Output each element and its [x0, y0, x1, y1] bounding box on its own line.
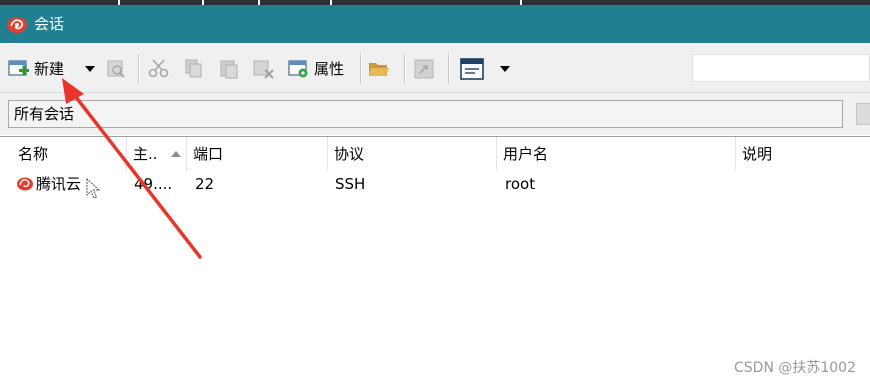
copy-icon	[185, 59, 202, 78]
properties-icon	[288, 60, 308, 78]
properties-label: 属性	[314, 60, 345, 78]
folder-icon	[369, 63, 389, 76]
copy-button[interactable]	[184, 58, 204, 80]
new-session-icon	[8, 60, 29, 76]
shortcut-button[interactable]	[414, 58, 434, 80]
toolbar-separator	[360, 54, 362, 84]
table-row[interactable]: 腾讯云 49.... 22 SSH root	[0, 171, 870, 197]
title-bar: 会话	[0, 5, 870, 43]
session-icon	[17, 177, 33, 191]
paste-icon	[220, 60, 238, 79]
session-list: 名称 主.. 端口 协议 用户名 说明 腾讯云 49.... 22 SSH ro…	[0, 136, 870, 386]
scissors-icon	[148, 59, 169, 78]
view-options-button[interactable]	[460, 58, 484, 80]
chevron-down-icon	[500, 66, 510, 72]
toolbar-separator	[448, 54, 450, 84]
column-header-name[interactable]: 名称	[12, 137, 127, 171]
session-name: 腾讯云	[36, 175, 82, 193]
column-header-description[interactable]: 说明	[736, 137, 870, 171]
window-title: 会话	[34, 15, 65, 33]
mouse-pointer-icon	[86, 178, 100, 199]
session-port: 22	[195, 175, 215, 193]
view-options-dropdown[interactable]	[499, 58, 511, 80]
delete-icon	[253, 60, 274, 79]
properties-button[interactable]: 属性	[288, 58, 344, 80]
toolbar-separator	[404, 54, 406, 84]
new-session-label: 新建	[34, 60, 65, 78]
search-icon	[107, 60, 125, 78]
window-layout-icon	[460, 58, 484, 80]
shortcut-icon	[414, 59, 434, 79]
watermark: CSDN @扶苏1002	[734, 360, 856, 376]
session-protocol: SSH	[335, 175, 366, 193]
delete-button[interactable]	[253, 58, 275, 80]
toolbar-separator	[138, 54, 140, 84]
new-session-dropdown[interactable]	[84, 58, 96, 80]
column-header-protocol[interactable]: 协议	[328, 137, 497, 171]
session-folder-filter[interactable]: 所有会话	[8, 100, 843, 128]
cut-button[interactable]	[148, 58, 170, 80]
toolbar: 新建 属性	[0, 44, 870, 93]
chevron-down-icon	[85, 66, 95, 72]
sort-ascending-icon	[171, 151, 181, 157]
column-header-port[interactable]: 端口	[187, 137, 328, 171]
toolbar-search-input[interactable]	[692, 54, 870, 82]
session-host: 49....	[134, 175, 173, 193]
filter-bar: 所有会话	[0, 93, 870, 135]
paste-button[interactable]	[219, 58, 239, 80]
session-app-icon	[7, 17, 27, 33]
session-username: root	[505, 175, 536, 193]
open-folder-button[interactable]	[368, 58, 390, 80]
column-header-username[interactable]: 用户名	[497, 137, 736, 171]
session-list-header: 名称 主.. 端口 协议 用户名 说明	[0, 137, 870, 171]
find-session-button[interactable]	[106, 58, 126, 80]
new-session-button[interactable]: 新建	[8, 58, 64, 80]
filter-action-button[interactable]	[856, 103, 870, 125]
